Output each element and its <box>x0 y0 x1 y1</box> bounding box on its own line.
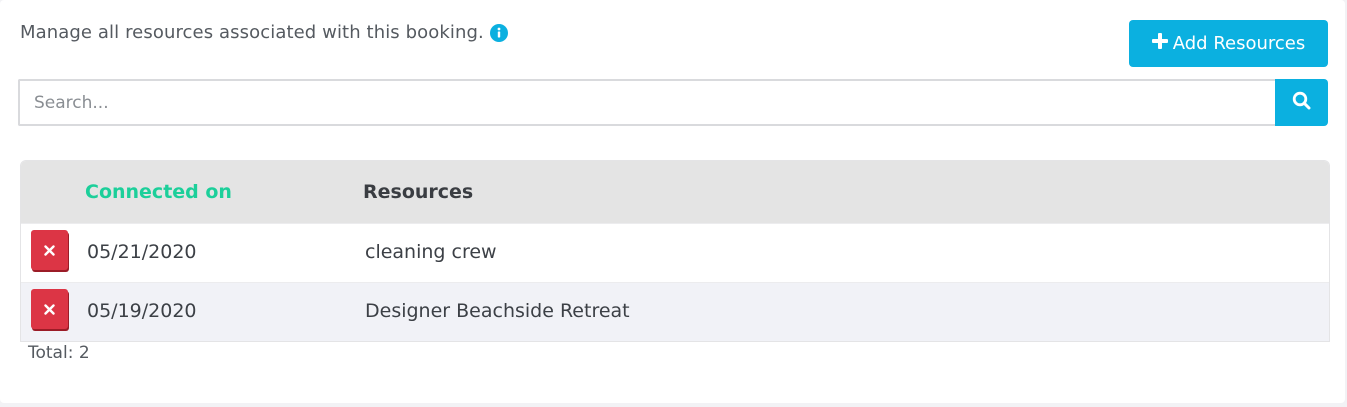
resource-cell: cleaning crew <box>365 241 497 263</box>
table-row: 05/21/2020 cleaning crew <box>21 223 1329 282</box>
delete-row-button[interactable] <box>31 289 68 329</box>
delete-row-button[interactable] <box>31 230 68 270</box>
column-header-connected-on[interactable]: Connected on <box>85 181 232 203</box>
close-icon <box>44 241 55 260</box>
add-resources-button[interactable]: Add Resources <box>1129 20 1328 67</box>
search-bar <box>18 79 1328 126</box>
table-row: 05/19/2020 Designer Beachside Retreat <box>21 282 1329 341</box>
table-header: Connected on Resources <box>21 161 1329 223</box>
intro-text: Manage all resources associated with thi… <box>20 22 484 43</box>
resource-cell: Designer Beachside Retreat <box>365 300 630 322</box>
connected-on-cell: 05/19/2020 <box>87 300 197 322</box>
add-resources-label: Add Resources <box>1172 33 1306 54</box>
close-icon <box>44 300 55 319</box>
total-count: Total: 2 <box>28 343 90 363</box>
resources-table: Connected on Resources 05/21/2020 cleani… <box>20 160 1330 342</box>
connected-on-cell: 05/21/2020 <box>87 241 197 263</box>
resources-panel: Manage all resources associated with thi… <box>0 0 1345 403</box>
plus-icon <box>1151 33 1168 54</box>
intro-row: Manage all resources associated with thi… <box>20 22 508 43</box>
info-icon[interactable] <box>489 23 508 42</box>
search-icon <box>1292 91 1311 114</box>
search-input[interactable] <box>18 79 1275 126</box>
column-header-resources[interactable]: Resources <box>363 181 473 203</box>
search-button[interactable] <box>1275 79 1328 126</box>
